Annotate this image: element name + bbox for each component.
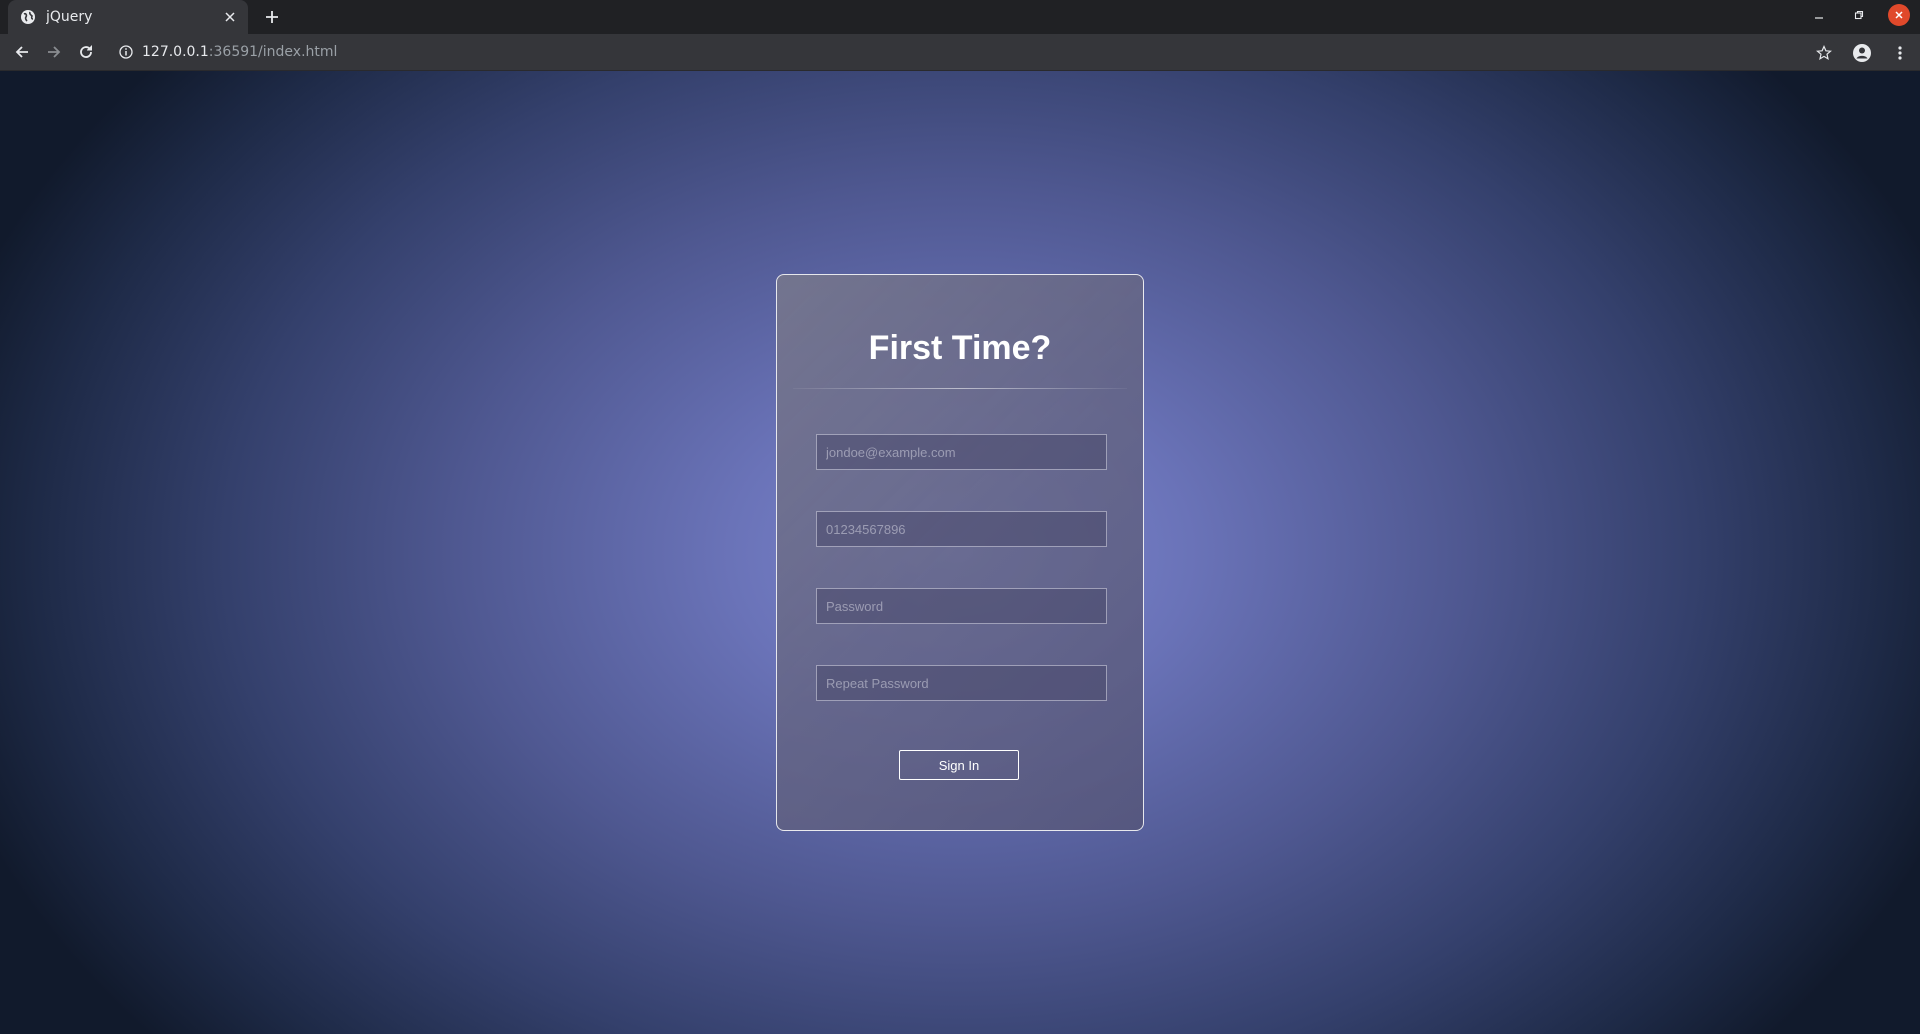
form-title: First Time? [868, 329, 1052, 367]
toolbar-actions [1812, 34, 1920, 71]
reload-icon[interactable] [72, 38, 100, 66]
title-divider [793, 388, 1127, 389]
arrow-left-icon[interactable] [8, 38, 36, 66]
window-close-icon[interactable] [1888, 4, 1910, 26]
kebab-menu-icon[interactable] [1888, 41, 1912, 65]
close-icon[interactable] [222, 9, 238, 25]
restore-icon[interactable] [1848, 4, 1870, 26]
browser-window: jQuery 127.0.0.1:36591/index.html First… [0, 0, 1920, 1034]
email-field[interactable] [816, 434, 1107, 470]
browser-tab[interactable]: jQuery [8, 0, 248, 34]
plus-icon[interactable] [260, 5, 284, 29]
url-path: :36591/index.html [208, 44, 338, 60]
minimize-icon[interactable] [1808, 4, 1830, 26]
info-icon[interactable] [118, 44, 134, 60]
page-viewport: First Time? Sign In [0, 71, 1920, 1034]
globe-icon [20, 9, 36, 25]
star-icon[interactable] [1812, 41, 1836, 65]
phone-field[interactable] [816, 511, 1107, 547]
signup-card: First Time? Sign In [776, 274, 1144, 831]
tab-strip: jQuery [0, 0, 1920, 34]
arrow-right-icon[interactable] [40, 38, 68, 66]
account-icon[interactable] [1850, 41, 1874, 65]
window-controls [1808, 4, 1910, 26]
sign-in-button[interactable]: Sign In [899, 750, 1019, 780]
browser-toolbar: 127.0.0.1:36591/index.html [0, 34, 1920, 71]
password-field[interactable] [816, 588, 1107, 624]
address-bar[interactable]: 127.0.0.1:36591/index.html [108, 38, 1838, 66]
url-host: 127.0.0.1 [142, 44, 209, 60]
tab-title: jQuery [46, 9, 93, 25]
repeat-password-field[interactable] [816, 665, 1107, 701]
